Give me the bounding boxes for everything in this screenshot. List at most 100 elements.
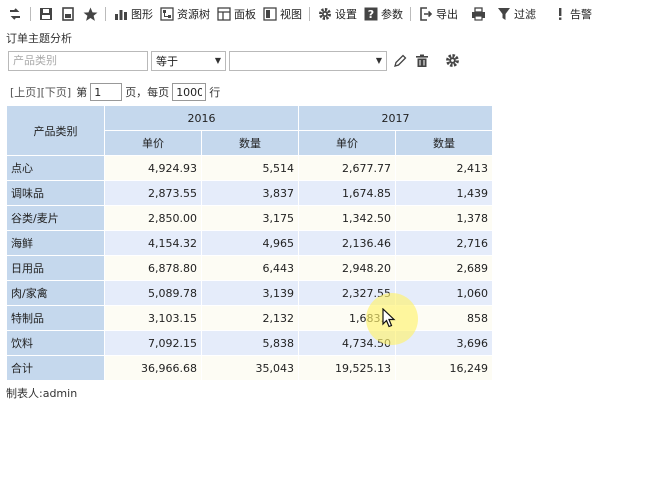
chart-icon — [113, 6, 129, 22]
resource-tree-label: 资源树 — [177, 8, 210, 21]
toolbar-divider — [30, 7, 31, 21]
measure-header: 单价 — [298, 130, 396, 156]
next-page-link[interactable]: [下页] — [41, 84, 72, 100]
pagination: [上页] [下页] 第 页，每页 行 — [10, 82, 220, 102]
export-icon — [418, 6, 434, 22]
params-label: 参数 — [381, 8, 403, 21]
export-button[interactable]: 导出 — [415, 2, 461, 26]
category-header: 产品类别 — [6, 105, 105, 156]
page-number-input[interactable] — [90, 83, 123, 101]
favorite-button[interactable] — [79, 2, 101, 26]
quantity-cell: 6,443 — [201, 255, 299, 281]
toolbar-divider — [105, 7, 106, 21]
params-button[interactable]: ? 参数 — [360, 2, 406, 26]
table-row: 海鲜 4,154.32 4,965 2,136.46 2,716 — [6, 230, 493, 256]
price-cell: 2,136.46 — [298, 230, 396, 256]
delete-icon[interactable] — [413, 52, 431, 70]
operator-value: 等于 — [156, 54, 178, 68]
quantity-cell: 3,837 — [201, 180, 299, 206]
table-row: 点心 4,924.93 5,514 2,677.77 2,413 — [6, 155, 493, 181]
resource-tree-button[interactable]: 资源树 — [156, 2, 213, 26]
filter-label: 过滤 — [514, 8, 536, 21]
table-row: 日用品 6,878.80 6,443 2,948.20 2,689 — [6, 255, 493, 281]
category-cell: 特制品 — [6, 305, 105, 331]
category-cell: 点心 — [6, 155, 105, 181]
quantity-cell: 2,689 — [395, 255, 493, 281]
gear-icon — [317, 6, 333, 22]
save-button[interactable] — [35, 2, 57, 26]
quantity-cell: 16,249 — [395, 355, 493, 381]
panel-icon — [216, 6, 232, 22]
report-title: 订单主题分析 — [6, 32, 72, 45]
gear-icon[interactable] — [443, 52, 461, 70]
prev-page-link[interactable]: [上页] — [10, 84, 41, 100]
quantity-cell: 5,838 — [201, 330, 299, 356]
chart-label: 图形 — [131, 8, 153, 21]
category-cell: 肉/家禽 — [6, 280, 105, 306]
print-button[interactable] — [467, 2, 489, 26]
price-cell: 1,342.50 — [298, 205, 396, 231]
quantity-cell: 1,060 — [395, 280, 493, 306]
category-cell: 海鲜 — [6, 230, 105, 256]
help-icon: ? — [363, 6, 379, 22]
table-row: 饮料 7,092.15 5,838 4,734.50 3,696 — [6, 330, 493, 356]
chart-button[interactable]: 图形 — [110, 2, 156, 26]
panel-label: 面板 — [234, 8, 256, 21]
star-icon — [82, 6, 98, 22]
settings-label: 设置 — [335, 8, 357, 21]
category-cell: 合计 — [6, 355, 105, 381]
price-cell: 1,683.5 — [298, 305, 396, 331]
price-cell: 4,154.32 — [104, 230, 202, 256]
chevron-down-icon: ▼ — [214, 56, 221, 65]
table-row: 特制品 3,103.15 2,132 1,683.5 858 — [6, 305, 493, 331]
view-button[interactable]: 视图 — [259, 2, 305, 26]
quantity-cell: 2,413 — [395, 155, 493, 181]
edit-icon[interactable] — [391, 52, 409, 70]
price-cell: 5,089.78 — [104, 280, 202, 306]
field-input[interactable] — [8, 50, 148, 71]
quantity-cell: 35,043 — [201, 355, 299, 381]
price-cell: 6,878.80 — [104, 255, 202, 281]
year-header: 2017 — [298, 105, 493, 131]
quantity-cell: 3,175 — [201, 205, 299, 231]
alert-label: 告警 — [570, 8, 592, 21]
refresh-button[interactable] — [4, 2, 26, 26]
price-cell: 19,525.13 — [298, 355, 396, 381]
operator-select[interactable]: 等于 ▼ — [151, 50, 226, 71]
save-as-icon — [60, 6, 76, 22]
toolbar-divider — [309, 7, 310, 21]
view-icon — [262, 6, 278, 22]
panel-button[interactable]: 面板 — [213, 2, 259, 26]
quantity-cell: 858 — [395, 305, 493, 331]
settings-button[interactable]: 设置 — [314, 2, 360, 26]
total-row: 合计 36,966.68 35,043 19,525.13 16,249 — [6, 355, 493, 381]
price-cell: 36,966.68 — [104, 355, 202, 381]
category-cell: 日用品 — [6, 255, 105, 281]
page-prefix: 第 — [76, 86, 88, 99]
price-cell: 4,734.50 — [298, 330, 396, 356]
quantity-cell: 1,378 — [395, 205, 493, 231]
price-cell: 2,677.77 — [298, 155, 396, 181]
quantity-cell: 4,965 — [201, 230, 299, 256]
page-suffix: 页，每页 — [125, 86, 170, 99]
quantity-cell: 5,514 — [201, 155, 299, 181]
year-header-row: 产品类别 2016 2017 — [6, 105, 493, 156]
page-size-input[interactable] — [172, 83, 207, 101]
price-cell: 2,327.55 — [298, 280, 396, 306]
category-cell: 调味品 — [6, 180, 105, 206]
measure-header: 数量 — [395, 130, 493, 156]
toolbar-divider — [410, 7, 411, 21]
quantity-cell: 2,716 — [395, 230, 493, 256]
filter-icon — [496, 6, 512, 22]
price-cell: 4,924.93 — [104, 155, 202, 181]
view-label: 视图 — [280, 8, 302, 21]
chevron-down-icon: ▼ — [375, 56, 382, 65]
toolbar: 图形 资源树 面板 视图 设置 ? 参数 导出 过滤 告警 — [0, 0, 660, 28]
save-as-button[interactable] — [57, 2, 79, 26]
alert-button[interactable]: 告警 — [549, 2, 595, 26]
filter-button[interactable]: 过滤 — [493, 2, 539, 26]
report-table: 产品类别 2016 2017 单价 数量 单价 数量 点心 4,924.93 5,5… — [6, 105, 493, 381]
price-cell: 1,674.85 — [298, 180, 396, 206]
tree-icon — [159, 6, 175, 22]
value-select[interactable]: ▼ — [229, 50, 387, 71]
